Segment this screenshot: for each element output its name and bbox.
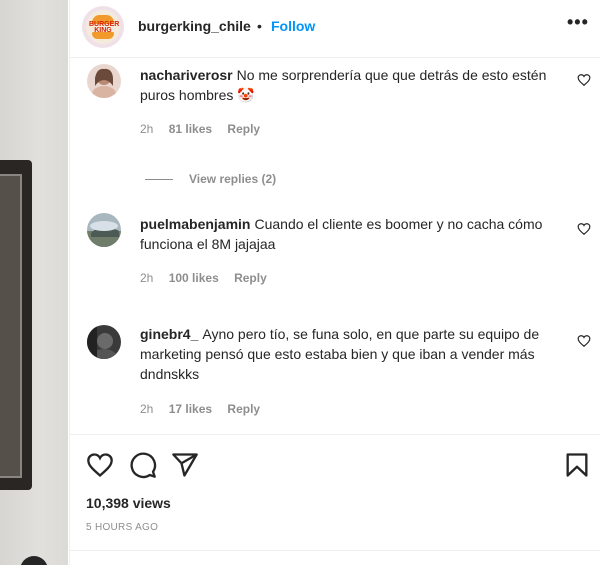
comment-username[interactable]: ginebr4_ [140,326,198,342]
comment-text: nachariverosr No me sorprendería que que … [140,65,560,105]
like-comment-heart-icon[interactable] [577,334,591,348]
comment-username[interactable]: puelmabenjamin [140,216,250,232]
comment-likes[interactable]: 100 likes [169,271,219,285]
account-avatar[interactable]: BURGER KING [82,6,124,48]
follow-button[interactable]: Follow [271,18,315,34]
comment-time[interactable]: 2h [140,402,153,416]
like-comment-heart-icon[interactable] [577,73,591,87]
replies-divider [145,179,173,181]
divider [70,550,600,551]
like-heart-icon[interactable] [86,451,114,479]
burger-king-logo: BURGER KING [86,10,120,44]
media-object-screen [0,174,22,478]
comment-content: Ayno pero tío, se funa solo, en que part… [140,326,540,382]
share-icon[interactable] [171,451,199,479]
comment-likes[interactable]: 17 likes [169,402,212,416]
comment-icon[interactable] [129,451,157,479]
post-timestamp[interactable]: 5 HOURS AGO [86,522,158,533]
reply-button[interactable]: Reply [227,402,260,416]
post-side-panel: BURGER KING burgerking_chile • Follow ••… [69,0,600,565]
view-replies-link[interactable]: View replies (2) [145,172,276,186]
separator-dot: • [257,18,262,34]
post-media[interactable] [0,0,68,565]
bookmark-icon[interactable] [563,451,591,479]
comment-likes[interactable]: 81 likes [169,122,212,136]
commenter-avatar[interactable] [87,64,121,98]
post-header: BURGER KING burgerking_chile • Follow ••… [70,0,600,58]
comment-time[interactable]: 2h [140,271,153,285]
comment-meta: 2h 17 likes Reply [140,402,272,416]
comment-meta: 2h 100 likes Reply [140,271,279,285]
comment-text: ginebr4_ Ayno pero tío, se funa solo, en … [140,324,560,384]
view-replies-label: View replies (2) [189,172,277,186]
reply-button[interactable]: Reply [234,271,267,285]
like-comment-heart-icon[interactable] [577,222,591,236]
media-overlay-button[interactable] [20,556,48,565]
comment-username[interactable]: nachariverosr [140,67,233,83]
account-username[interactable]: burgerking_chile [138,18,251,34]
commenter-avatar[interactable] [87,213,121,247]
reply-button[interactable]: Reply [227,122,260,136]
commenter-avatar[interactable] [87,325,121,359]
comment-meta: 2h 81 likes Reply [140,122,272,136]
comment-time[interactable]: 2h [140,122,153,136]
post-actions-bar [70,434,600,493]
view-count: 10,398 views [86,495,171,511]
more-options-icon[interactable]: ••• [567,12,589,33]
comment-text: puelmabenjamin Cuando el cliente es boome… [140,214,560,254]
